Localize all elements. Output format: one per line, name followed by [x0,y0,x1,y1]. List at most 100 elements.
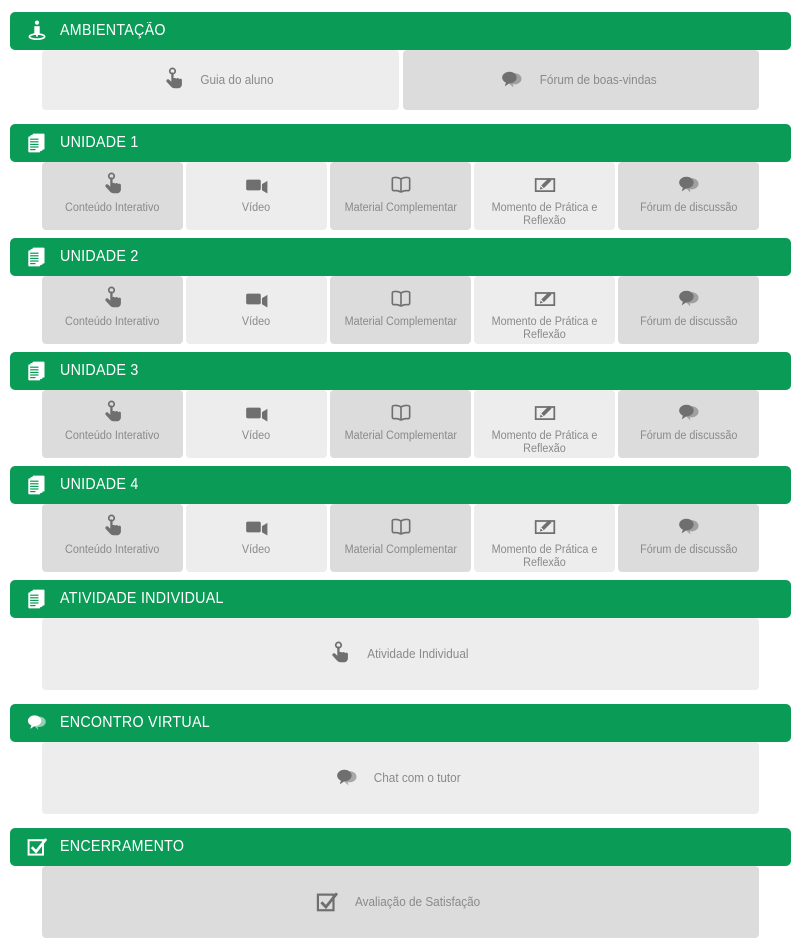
activity-tile[interactable]: Conteúdo Interativo [42,390,183,458]
activity-tile-label: Vídeo [242,316,271,328]
activity-tile-label: Conteúdo Interativo [65,544,160,556]
activity-tile[interactable]: Vídeo [186,390,327,458]
video-camera-icon [244,285,270,313]
activity-tile[interactable]: Material Complementar [330,162,471,230]
activity-tile[interactable]: Vídeo [186,276,327,344]
checkbox-check-icon [314,889,340,915]
activity-tile[interactable]: Avaliação de Satisfação [42,866,759,938]
activity-tile-label: Fórum de discussão [639,430,738,442]
activity-tile-label: Fórum de discussão [639,316,738,328]
speech-bubbles-icon [676,171,702,199]
activity-tile-label: Atividade Individual [366,646,469,661]
section-header[interactable]: UNIDADE 3 [10,352,791,390]
section-tiles: Conteúdo Interativo Vídeo Material Compl… [42,276,759,344]
activity-tile-label: Vídeo [242,544,271,556]
section-title: ENCONTRO VIRTUAL [60,714,210,731]
open-book-icon [388,399,414,427]
activity-tile-label: Momento de Prática e Reflexão [491,430,598,455]
touch-hand-icon [100,513,126,541]
course-section: ENCERRAMENTO Avaliação de Satisfação [10,828,791,952]
activity-tile-label: Avaliação de Satisfação [354,894,481,909]
section-header[interactable]: UNIDADE 4 [10,466,791,504]
activity-tile[interactable]: Material Complementar [330,390,471,458]
activity-tile[interactable]: Guia do aluno [42,50,399,110]
section-header[interactable]: AMBIENTAÇÃO [10,12,791,50]
activity-tile-label: Material Complementar [344,202,457,214]
activity-tile-label: Fórum de discussão [639,544,738,556]
course-section: UNIDADE 4 Conteúdo Interativo Vídeo Mate… [10,466,791,580]
activity-tile[interactable]: Fórum de discussão [618,162,759,230]
speech-bubbles-icon [676,285,702,313]
activity-tile-label: Momento de Prática e Reflexão [491,202,598,227]
course-section: UNIDADE 3 Conteúdo Interativo Vídeo Mate… [10,352,791,466]
pencil-board-icon [532,513,558,541]
activity-tile[interactable]: Momento de Prática e Reflexão [474,162,615,230]
documents-icon [24,358,50,384]
section-header[interactable]: ENCONTRO VIRTUAL [10,704,791,742]
activity-tile[interactable]: Material Complementar [330,504,471,572]
section-tiles: Guia do aluno Fórum de boas-vindas [42,50,759,110]
section-title: UNIDADE 3 [60,362,139,379]
section-title: UNIDADE 4 [60,476,139,493]
course-section: UNIDADE 1 Conteúdo Interativo Vídeo Mate… [10,124,791,238]
course-section: AMBIENTAÇÃO Guia do aluno Fórum de boas-… [10,12,791,124]
section-header[interactable]: UNIDADE 2 [10,238,791,276]
video-camera-icon [244,171,270,199]
touch-hand-icon [161,67,187,93]
section-tiles: Conteúdo Interativo Vídeo Material Compl… [42,504,759,572]
activity-tile-label: Vídeo [242,202,271,214]
activity-tile[interactable]: Conteúdo Interativo [42,276,183,344]
section-tiles: Avaliação de Satisfação [42,866,759,938]
activity-tile[interactable]: Fórum de boas-vindas [402,50,759,110]
activity-tile[interactable]: Conteúdo Interativo [42,162,183,230]
section-title: UNIDADE 1 [60,134,139,151]
open-book-icon [388,513,414,541]
activity-tile-label: Fórum de boas-vindas [539,72,657,87]
activity-tile[interactable]: Momento de Prática e Reflexão [474,276,615,344]
section-title: AMBIENTAÇÃO [60,22,166,39]
activity-tile[interactable]: Vídeo [186,162,327,230]
speech-bubbles-icon [676,399,702,427]
activity-tile-label: Material Complementar [344,430,457,442]
section-header[interactable]: ENCERRAMENTO [10,828,791,866]
section-header[interactable]: UNIDADE 1 [10,124,791,162]
activity-tile-label: Guia do aluno [200,72,274,87]
activity-tile[interactable]: Fórum de discussão [618,504,759,572]
touch-hand-icon [327,641,353,667]
activity-tile[interactable]: Momento de Prática e Reflexão [474,390,615,458]
documents-icon [24,244,50,270]
activity-tile[interactable]: Material Complementar [330,276,471,344]
documents-icon [24,130,50,156]
documents-icon [24,586,50,612]
section-tiles: Conteúdo Interativo Vídeo Material Compl… [42,390,759,458]
course-outline-page: AMBIENTAÇÃO Guia do aluno Fórum de boas-… [0,0,801,938]
activity-tile[interactable]: Vídeo [186,504,327,572]
activity-tile[interactable]: Fórum de discussão [618,390,759,458]
activity-tile-label: Vídeo [242,430,271,442]
touch-hand-icon [100,171,126,199]
section-header[interactable]: ATIVIDADE INDIVIDUAL [10,580,791,618]
activity-tile[interactable]: Momento de Prática e Reflexão [474,504,615,572]
activity-tile-label: Fórum de discussão [639,202,738,214]
activity-tile[interactable]: Chat com o tutor [42,742,759,814]
documents-icon [24,472,50,498]
section-tiles: Chat com o tutor [42,742,759,814]
activity-tile[interactable]: Conteúdo Interativo [42,504,183,572]
section-title: UNIDADE 2 [60,248,139,265]
course-section: UNIDADE 2 Conteúdo Interativo Vídeo Mate… [10,238,791,352]
presenter-icon [24,18,50,44]
section-title: ENCERRAMENTO [60,838,185,855]
course-section: ENCONTRO VIRTUAL Chat com o tutor [10,704,791,828]
speech-bubbles-icon [24,710,50,736]
speech-bubbles-icon [499,67,525,93]
activity-tile[interactable]: Fórum de discussão [618,276,759,344]
activity-tile[interactable]: Atividade Individual [42,618,759,690]
pencil-board-icon [532,171,558,199]
